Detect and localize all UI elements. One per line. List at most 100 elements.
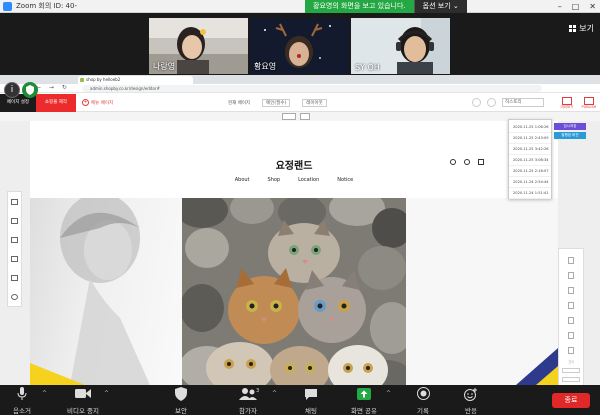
columns-icon[interactable] <box>11 236 18 243</box>
meeting-info-icon[interactable]: i <box>4 82 20 98</box>
window-controls: – □ ✕ <box>558 2 596 11</box>
pointer-icon[interactable] <box>568 257 574 264</box>
encryption-shield-icon[interactable] <box>22 82 38 98</box>
property-panel: 크기 정렬 <box>558 248 584 385</box>
chat-bubble-icon <box>305 388 317 400</box>
settings-icon[interactable] <box>11 293 18 300</box>
shared-screen: shop by helloeb2 ← → ↻ admin.shopby.co.k… <box>0 75 600 385</box>
cat-stones-photo <box>182 198 406 385</box>
participant-tile[interactable]: 황요영 <box>250 18 349 74</box>
history-item[interactable]: 2020.11.24 2:54:44 <box>509 177 551 188</box>
share-options-chevron-icon[interactable]: ^ <box>386 390 391 397</box>
delete-icon[interactable] <box>568 302 574 309</box>
publish-controls: 미리보기 PUBLISH <box>556 94 600 112</box>
browser-tab-bar: shop by helloeb2 <box>0 75 600 84</box>
search-icon[interactable] <box>450 159 456 165</box>
link-icon[interactable] <box>568 347 574 354</box>
video-camera-icon <box>75 389 91 398</box>
image-icon[interactable] <box>11 255 18 262</box>
participants-button[interactable]: 참가자 <box>228 386 268 415</box>
nav-notice[interactable]: Notice <box>337 177 353 183</box>
publish-button[interactable]: PUBLISH <box>578 94 600 112</box>
section-icon[interactable] <box>11 217 18 224</box>
zoom-title-bar: Zoom 회의 ID: 40- – □ ✕ <box>0 0 600 13</box>
nav-shop[interactable]: Shop <box>268 177 281 183</box>
page-select[interactable]: 메인(필수) <box>262 99 291 107</box>
size-label: 크기 <box>568 360 574 364</box>
zoom-logo-icon <box>3 1 12 11</box>
video-options-chevron-icon[interactable]: ^ <box>104 390 109 397</box>
reactions-button[interactable]: 반응 <box>456 386 486 415</box>
participant-name: 나랑영 <box>153 62 176 71</box>
history-item[interactable]: 2020.11.25 2:43:09 <box>509 133 551 144</box>
participant-tile[interactable]: SY OH <box>351 18 450 74</box>
stop-video-button[interactable]: 비디오 중지 <box>58 386 108 415</box>
chat-button[interactable]: 채팅 <box>296 386 326 415</box>
nav-about[interactable]: About <box>235 177 250 183</box>
history-item[interactable]: 2020.11.25 1:06:26 <box>509 122 551 133</box>
maximize-icon[interactable]: □ <box>572 2 580 11</box>
window-title: Zoom 회의 ID: 40- <box>16 2 77 10</box>
hero-right-panel <box>406 198 558 385</box>
share-banner: 황요영의 화면을 보고 있습니다. 옵션 보기 ⌄ <box>305 0 467 13</box>
view-options-button[interactable]: 옵션 보기 ⌄ <box>413 0 467 13</box>
share-screen-icon <box>357 387 371 400</box>
draft-tag[interactable]: 임시저장 <box>554 123 586 130</box>
preview-button[interactable]: 미리보기 <box>556 94 578 112</box>
undo-icon[interactable] <box>472 98 481 107</box>
cart-icon[interactable] <box>478 159 484 165</box>
mobile-view-icon[interactable] <box>300 113 310 120</box>
view-label: 보기 <box>579 24 594 33</box>
url-field[interactable]: admin.shopby.co.kr/design/editor# <box>82 85 542 92</box>
history-controls: 히스토리 <box>472 98 544 107</box>
meeting-controls: 음소거 ^ 비디오 중지 ^ 보안 참가자 3 ^ 채팅 화면 공유 ^ 기록 <box>0 385 600 415</box>
stop-video-label: 비디오 중지 <box>67 407 99 415</box>
mute-button[interactable]: 음소거 <box>4 386 40 415</box>
participant-name: 황요영 <box>254 62 277 71</box>
history-item[interactable]: 2020.11.25 3:08:34 <box>509 155 551 166</box>
paste-icon[interactable] <box>568 287 574 294</box>
size-select[interactable] <box>562 368 580 373</box>
align-icon[interactable] <box>568 317 574 324</box>
menu-icon[interactable] <box>11 198 18 205</box>
history-item[interactable]: 2020.11.25 2:16:07 <box>509 166 551 177</box>
history-item[interactable]: 2020.11.24 1:51:41 <box>509 188 551 199</box>
layout-select[interactable]: 레이아웃 <box>302 99 327 107</box>
view-button[interactable]: 보기 <box>569 23 594 34</box>
published-tag[interactable]: 발행된 버전 <box>554 132 586 139</box>
redo-icon[interactable] <box>487 98 496 107</box>
participants-label: 참가자 <box>239 407 257 415</box>
end-meeting-button[interactable]: 종료 <box>552 393 590 408</box>
model-photo <box>30 198 150 385</box>
record-button[interactable]: 기록 <box>408 386 438 415</box>
participants-chevron-icon[interactable]: ^ <box>272 390 277 397</box>
security-button[interactable]: 보안 <box>166 386 196 415</box>
layer-icon[interactable] <box>568 332 574 339</box>
hero-left-panel <box>30 198 182 385</box>
widget-icon[interactable] <box>11 274 18 281</box>
close-icon[interactable]: ✕ <box>589 2 596 11</box>
participant-tile[interactable]: 나랑영 <box>149 18 248 74</box>
decor-shape <box>516 348 558 385</box>
participants-icon <box>239 387 257 400</box>
zoom-window: Zoom 회의 ID: 40- – □ ✕ 황요영의 화면을 보고 있습니다. … <box>0 0 600 415</box>
smiley-icon <box>464 387 477 401</box>
history-item[interactable]: 2020.11.25 3:42:26 <box>509 144 551 155</box>
browser-tab[interactable]: shop by helloeb2 <box>78 76 193 84</box>
share-screen-button[interactable]: 화면 공유 <box>344 386 384 415</box>
history-dropdown[interactable]: 히스토리 <box>502 98 544 107</box>
copy-icon[interactable] <box>568 272 574 279</box>
shop-nav: About Shop Location Notice <box>30 177 558 183</box>
shop-build-button[interactable]: 쇼핑몰 제작 <box>36 94 76 112</box>
user-icon[interactable] <box>464 159 470 165</box>
menu-page-button[interactable]: + 메뉴 페이지 <box>82 99 113 106</box>
hero-cat-stones-image[interactable] <box>182 198 406 385</box>
browser-nav-icon[interactable]: ← → ↻ <box>36 84 70 91</box>
nav-location[interactable]: Location <box>298 177 319 183</box>
size-select[interactable] <box>562 377 580 382</box>
audio-options-chevron-icon[interactable]: ^ <box>42 390 47 397</box>
desktop-view-icon[interactable] <box>282 113 296 120</box>
minimize-icon[interactable]: – <box>558 2 562 11</box>
editor-tools-panel <box>7 191 22 307</box>
microphone-icon <box>17 387 27 400</box>
